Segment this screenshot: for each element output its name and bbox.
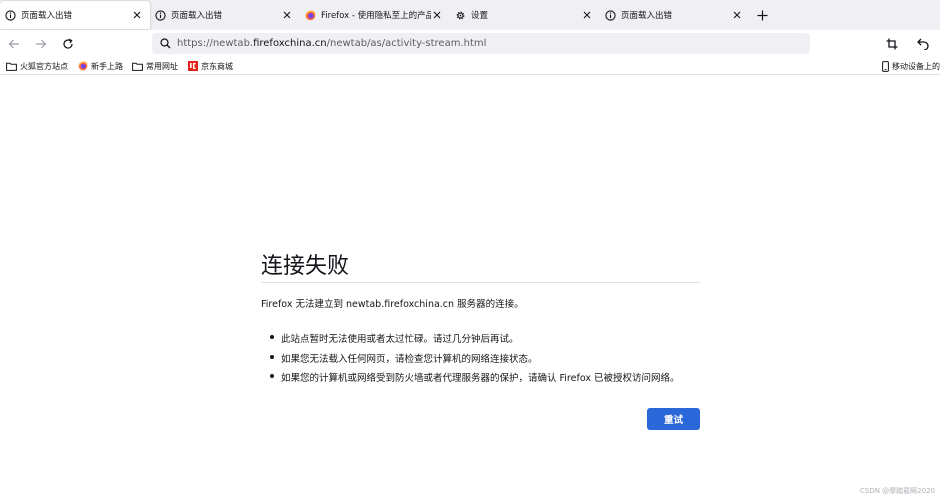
- tab-title: 设置: [471, 11, 489, 21]
- url-path: /newtab/as/activity-stream.html: [326, 38, 487, 49]
- bookmark-jd[interactable]: 京东商城: [187, 61, 233, 72]
- new-tab-button[interactable]: [750, 0, 774, 30]
- firefox-icon: [77, 61, 88, 71]
- bookmark-label: 新手上路: [91, 61, 123, 71]
- arrow-left-icon: [8, 39, 19, 49]
- reload-icon: [63, 38, 73, 49]
- bookmark-label: 火狐官方站点: [20, 61, 68, 71]
- search-icon: [160, 34, 171, 53]
- close-icon[interactable]: [582, 10, 592, 20]
- tab-error-2[interactable]: 页面载入出错: [150, 0, 300, 30]
- forward-button[interactable]: [28, 31, 54, 57]
- tab-title: 页面载入出错: [171, 11, 223, 21]
- screenshot-button[interactable]: [879, 31, 905, 57]
- nav-bar: https://newtab.firefoxchina.cn/newtab/as…: [0, 30, 940, 58]
- tab-title: 页面载入出错: [21, 11, 73, 21]
- error-description: Firefox 无法建立到 newtab.firefoxchina.cn 服务器…: [261, 299, 524, 310]
- nav-right-tools: [878, 30, 940, 58]
- close-icon[interactable]: [282, 10, 292, 20]
- info-icon: [604, 9, 616, 21]
- bookmark-getting-started[interactable]: 新手上路: [77, 61, 123, 72]
- close-icon[interactable]: [132, 10, 142, 20]
- reload-button[interactable]: [55, 31, 81, 57]
- bookmark-official[interactable]: 火狐官方站点: [6, 61, 68, 72]
- firefox-icon: [304, 9, 316, 21]
- url-host: firefoxchina.cn: [253, 38, 327, 49]
- info-icon: [154, 9, 166, 21]
- close-icon[interactable]: [432, 10, 442, 20]
- tab-firefox[interactable]: Firefox - 使用隐私至上的产品保护: [300, 0, 450, 30]
- url-bar[interactable]: https://newtab.firefoxchina.cn/newtab/as…: [152, 33, 810, 54]
- plus-icon: [757, 10, 767, 20]
- tab-title: 页面载入出错: [621, 11, 673, 21]
- tab-title: Firefox - 使用隐私至上的产品保护: [321, 11, 431, 21]
- list-item: 此站点暂时无法使用或者太过忙碌。请过几分钟后再试。: [270, 331, 679, 351]
- watermark: CSDN @摩踏载畸2020: [860, 487, 935, 495]
- tab-error-3[interactable]: 页面载入出错: [600, 0, 750, 30]
- mobile-device-icon: [881, 61, 890, 72]
- undo-icon: [917, 38, 929, 50]
- url-text: https://newtab.firefoxchina.cn/newtab/as…: [177, 38, 486, 49]
- crop-icon: [886, 38, 898, 50]
- tab-error-1[interactable]: 页面载入出错: [0, 1, 150, 29]
- retry-button[interactable]: 重试: [647, 408, 700, 430]
- jd-logo-icon: [187, 61, 198, 71]
- list-item: 如果您的计算机或网络受到防火墙或者代理服务器的保护，请确认 Firefox 已被…: [270, 370, 679, 390]
- error-title: 连接失败: [261, 254, 350, 279]
- tab-settings[interactable]: 设置: [450, 0, 600, 30]
- bookmarks-toolbar: 火狐官方站点 新手上路 常用网址 京东商城 移动设备上的: [0, 58, 940, 75]
- bookmark-label: 常用网址: [146, 61, 178, 71]
- arrow-right-icon: [36, 39, 47, 49]
- mobile-bookmarks[interactable]: 移动设备上的: [881, 58, 940, 75]
- list-item: 如果您无法载入任何网页，请检查您计算机的网络连接状态。: [270, 351, 679, 371]
- close-icon[interactable]: [732, 10, 742, 20]
- url-prefix: https://newtab.: [177, 38, 254, 49]
- tab-strip: 页面载入出错 页面载入出错 Firefox - 使用隐私至上的产品保护 设置: [0, 0, 940, 30]
- mobile-bookmarks-label: 移动设备上的: [892, 62, 940, 71]
- title-divider: [261, 282, 700, 283]
- error-suggestions: 此站点暂时无法使用或者太过忙碌。请过几分钟后再试。 如果您无法载入任何网页，请检…: [270, 331, 679, 390]
- bookmark-common-sites[interactable]: 常用网址: [132, 61, 178, 72]
- undo-button[interactable]: [910, 31, 936, 57]
- folder-icon: [132, 61, 143, 71]
- folder-icon: [6, 61, 17, 71]
- back-button[interactable]: [1, 31, 27, 57]
- gear-icon: [454, 9, 466, 21]
- bookmark-label: 京东商城: [201, 61, 233, 71]
- info-icon: [4, 9, 16, 21]
